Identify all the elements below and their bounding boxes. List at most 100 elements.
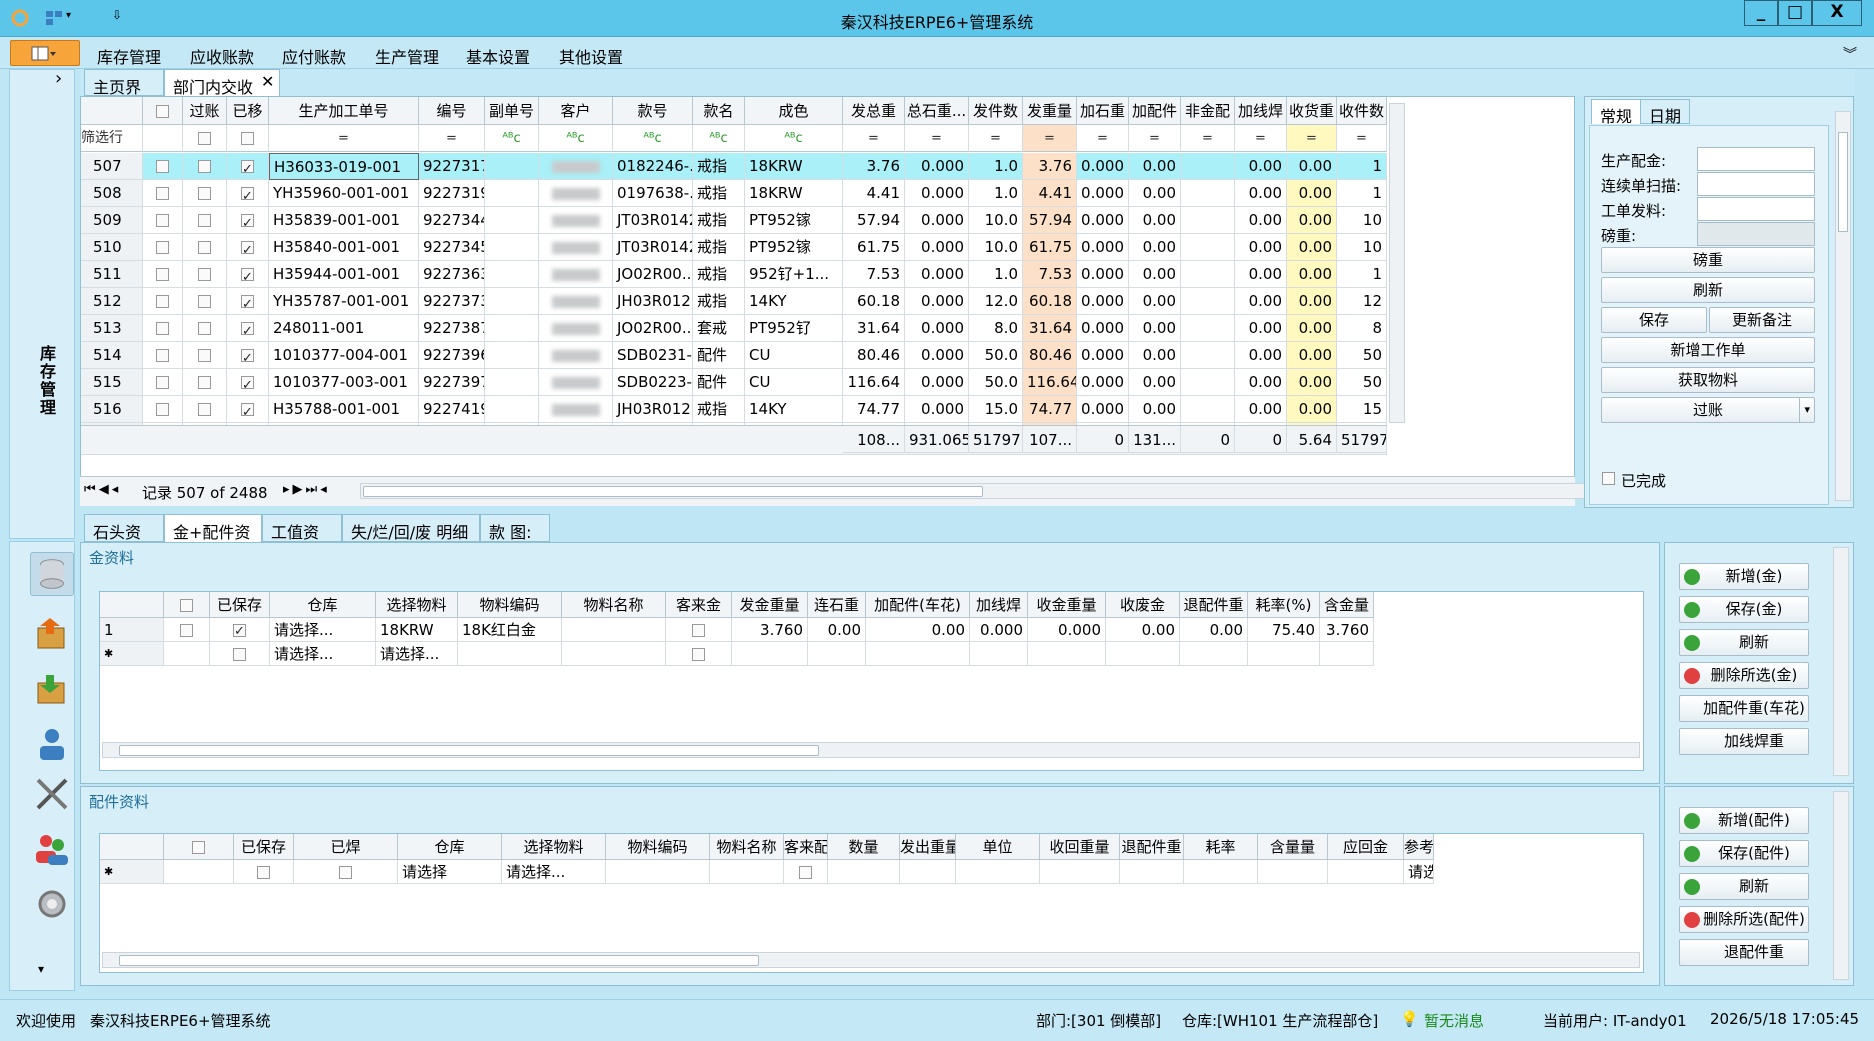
box-out-icon[interactable] [30,612,74,656]
pager-nav-next-last[interactable]: ▸▶⏭◂ [283,482,330,497]
grid-cell[interactable]: H35788-001-001 [269,396,419,423]
main-grid-vscroll[interactable] [1389,103,1405,423]
grid-cell[interactable]: 0.000 [905,288,969,315]
post-button[interactable]: 过账 ▾ [1601,397,1815,423]
gold-header-2[interactable]: 已保存 [210,592,270,618]
row-checkbox[interactable] [198,160,211,173]
parts-header-6[interactable]: 物料编码 [606,834,710,860]
grid-cell[interactable]: 配件 [693,342,745,369]
grid-cell[interactable]: 57.94 [1023,207,1077,234]
grid-cell[interactable] [143,342,183,369]
parts-new-cell[interactable] [900,860,956,884]
gold-cell[interactable]: 75.40 [1248,618,1320,642]
grid-cell[interactable]: SDB0231-... [613,342,693,369]
grid-cell[interactable]: 18KRW [745,180,843,207]
parts-header-7[interactable]: 物料名称 [710,834,784,860]
grid-cell[interactable] [143,207,183,234]
grid-cell[interactable] [143,369,183,396]
parts-header-2[interactable]: 已保存 [234,834,294,860]
gold-cell[interactable]: 0.00 [1106,618,1180,642]
grid-cell[interactable]: JT03R0142 [613,207,693,234]
parts-client-checkbox[interactable] [799,866,812,879]
grid-header-4[interactable]: 生产加工单号 [269,97,419,125]
filter-cell-2[interactable] [183,125,227,152]
row-checkbox[interactable] [156,349,169,362]
grid-cell[interactable]: 0.00 [1235,342,1287,369]
grid-cell[interactable]: PT952镓 [745,234,843,261]
grid-cell[interactable]: 74.77 [843,396,905,423]
grid-cell[interactable] [143,396,183,423]
gold-header-6[interactable]: 物料名称 [562,592,666,618]
close-button[interactable]: X [1812,0,1862,26]
gold-header-16[interactable]: 含金量 [1320,592,1374,618]
post-dropdown-icon[interactable]: ▾ [1799,398,1810,422]
filter-checkbox[interactable] [241,132,254,145]
grid-cell[interactable] [227,180,269,207]
grid-cell[interactable]: CU [745,342,843,369]
gold-cell[interactable]: 18K红白金 [458,618,562,642]
grid-cell[interactable]: 戒指 [693,234,745,261]
grid-cell[interactable]: 8.0 [969,315,1023,342]
gold-button-2[interactable]: 刷新 [1679,629,1809,656]
collapse-ribbon-icon[interactable]: ︾ [1843,44,1857,64]
grid-cell[interactable]: 0.000 [1077,396,1129,423]
grid-cell[interactable]: 0.00 [1287,396,1337,423]
grid-cell[interactable]: JO02R00... [613,315,693,342]
filter-cell-11[interactable]: = [843,125,905,152]
parts-select-all-checkbox[interactable] [192,841,205,854]
parts-header-3[interactable]: 已焊 [294,834,398,860]
gold-header-11[interactable]: 加线焊 [970,592,1028,618]
tab-loss-detail[interactable]: 失/烂/回/废 明细 [342,514,480,542]
parts-header-16[interactable]: 应回金 [1328,834,1404,860]
parts-new-cell[interactable] [828,860,900,884]
grid-cell[interactable]: 18KRW [745,153,843,180]
grid-header-17[interactable]: 非金配 [1181,97,1235,125]
filter-cell-5[interactable]: = [419,125,485,152]
row-checkbox[interactable] [198,295,211,308]
parts-button-0[interactable]: 新增(配件) [1679,807,1809,834]
grid-header-8[interactable]: 款号 [613,97,693,125]
menu-payables[interactable]: 应付账款 [282,44,346,68]
new-work-order-button[interactable]: 新增工作单 [1601,337,1815,363]
grid-cell[interactable] [227,288,269,315]
grid-cell[interactable]: 10 [1337,207,1387,234]
grid-cell[interactable] [183,288,227,315]
parts-button-2[interactable]: 刷新 [1679,873,1809,900]
grid-cell[interactable] [485,180,539,207]
grid-cell[interactable]: 9227396 [419,342,485,369]
parts-header-4[interactable]: 仓库 [398,834,502,860]
expand-nav-icon[interactable]: › [55,68,62,89]
gold-button-5[interactable]: 加线焊重 [1679,728,1809,755]
grid-cell[interactable] [143,261,183,288]
filter-cell-1[interactable] [143,125,183,152]
grid-cell[interactable]: SDB0223-... [613,369,693,396]
grid-header-7[interactable]: 客户 [539,97,613,125]
parts-header-8[interactable]: 客来配件 [784,834,828,860]
moved-checkbox[interactable] [241,318,254,341]
grid-cell[interactable]: 戒指 [693,180,745,207]
grid-cell[interactable]: 60.18 [1023,288,1077,315]
gold-cell[interactable]: 请选择... [270,618,376,642]
grid-cell[interactable]: 0.00 [1129,207,1181,234]
grid-cell[interactable] [1181,315,1235,342]
parts-new-cell[interactable] [294,860,398,884]
grid-cell[interactable]: 9227397 [419,369,485,396]
grid-cell[interactable]: 9227387 [419,315,485,342]
grid-cell[interactable]: 1010377-004-001 [269,342,419,369]
grid-cell[interactable]: 4.41 [1023,180,1077,207]
gold-header-14[interactable]: 退配件重 [1180,592,1248,618]
grid-header-16[interactable]: 加配件 [1129,97,1181,125]
grid-cell[interactable]: H36033-019-001 [269,153,419,180]
grid-cell[interactable]: 12 [1337,288,1387,315]
nav-more-arrow-icon[interactable]: ▾ [38,962,44,976]
grid-cell[interactable]: 1.0 [969,180,1023,207]
grid-cell[interactable]: 3.76 [1023,153,1077,180]
moved-checkbox[interactable] [241,183,254,206]
row-checkbox[interactable] [156,241,169,254]
grid-cell[interactable]: 116.64 [1023,369,1077,396]
actions-vscroll[interactable] [1833,547,1849,776]
gold-new-cell[interactable] [210,642,270,666]
grid-cell[interactable]: 戒指 [693,261,745,288]
tab-close-icon[interactable]: ✕ [261,72,274,91]
grid-cell[interactable]: 1.0 [969,261,1023,288]
